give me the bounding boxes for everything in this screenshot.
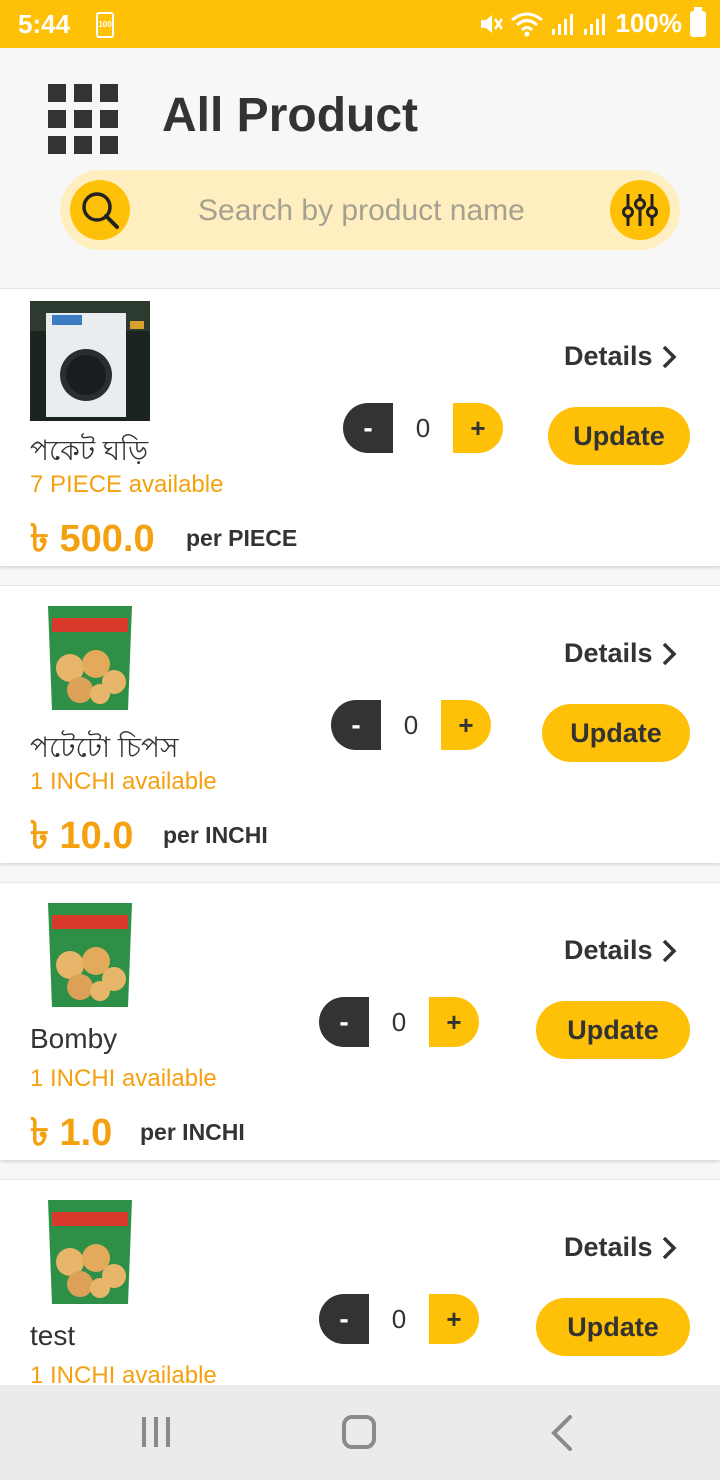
product-thumbnail	[30, 598, 150, 718]
details-link[interactable]: Details	[564, 638, 677, 669]
details-label: Details	[564, 1232, 653, 1262]
product-price: ৳ 1.0	[30, 1112, 113, 1154]
product-unit: per INCHI	[140, 1119, 245, 1145]
signal-icon	[551, 13, 573, 35]
system-nav-bar	[0, 1385, 720, 1480]
battery-icon	[690, 6, 706, 37]
update-button[interactable]: Update	[536, 1001, 690, 1059]
sliders-icon	[622, 194, 658, 226]
status-right: 100%	[478, 6, 706, 39]
home-icon[interactable]	[342, 1415, 376, 1449]
product-thumbnail	[30, 895, 150, 1015]
search-button[interactable]	[70, 180, 130, 240]
product-availability: 7 PIECE available	[30, 471, 224, 498]
product-unit: per PIECE	[186, 525, 298, 551]
quantity-stepper[interactable]: - 0 +	[331, 700, 491, 750]
chevron-right-icon	[662, 1236, 677, 1259]
details-label: Details	[564, 341, 653, 371]
quantity-value[interactable]: 0	[369, 997, 429, 1047]
grid-menu-icon[interactable]	[48, 84, 118, 154]
quantity-stepper[interactable]: - 0 +	[343, 403, 503, 453]
quantity-value[interactable]: 0	[393, 403, 453, 453]
quantity-stepper[interactable]: - 0 +	[319, 1294, 479, 1344]
quantity-stepper[interactable]: - 0 +	[319, 997, 479, 1047]
header: All Product Search by product name	[0, 48, 720, 280]
details-link[interactable]: Details	[564, 341, 677, 372]
details-label: Details	[564, 638, 653, 668]
increment-button[interactable]: +	[429, 1294, 479, 1344]
chevron-right-icon	[662, 939, 677, 962]
product-thumbnail	[30, 301, 150, 421]
chevron-right-icon	[662, 642, 677, 665]
status-icons	[478, 11, 608, 37]
details-label: Details	[564, 935, 653, 965]
increment-button[interactable]: +	[453, 403, 503, 453]
product-price: ৳ 500.0	[30, 518, 155, 560]
product-card[interactable]: পকেট ঘড়ি 7 PIECE available ৳ 500.0 per …	[0, 288, 720, 566]
product-card[interactable]: Bomby 1 INCHI available ৳ 1.0 per INCHI …	[0, 882, 720, 1160]
update-button[interactable]: Update	[536, 1298, 690, 1356]
status-time: 5:44	[18, 9, 71, 39]
filter-button[interactable]	[610, 180, 670, 240]
wifi-icon	[510, 12, 543, 36]
chevron-right-icon	[662, 345, 677, 368]
quantity-value[interactable]: 0	[369, 1294, 429, 1344]
update-button[interactable]: Update	[542, 704, 690, 762]
quantity-value[interactable]: 0	[381, 700, 441, 750]
signal-icon-2	[583, 13, 605, 35]
product-price: ৳ 10.0	[30, 815, 134, 857]
decrement-button[interactable]: -	[331, 700, 381, 750]
product-name: পটেটো চিপস	[30, 732, 179, 763]
search-input[interactable]: Search by product name	[198, 194, 525, 228]
details-link[interactable]: Details	[564, 1232, 677, 1263]
increment-button[interactable]: +	[429, 997, 479, 1047]
page-title: All Product	[162, 89, 419, 142]
details-link[interactable]: Details	[564, 935, 677, 966]
decrement-button[interactable]: -	[343, 403, 393, 453]
product-name: পকেট ঘড়ি	[30, 435, 149, 466]
product-availability: 1 INCHI available	[30, 1065, 217, 1092]
product-unit: per INCHI	[163, 822, 268, 848]
search-bar[interactable]: Search by product name	[60, 170, 680, 250]
recent-apps-icon[interactable]	[142, 1417, 170, 1447]
decrement-button[interactable]: -	[319, 997, 369, 1047]
back-icon[interactable]	[548, 1413, 576, 1453]
product-thumbnail	[30, 1192, 150, 1312]
mute-icon	[480, 14, 503, 33]
decrement-button[interactable]: -	[319, 1294, 369, 1344]
search-icon	[82, 192, 119, 229]
update-button[interactable]: Update	[548, 407, 690, 465]
battery-saver-icon: 100	[96, 12, 114, 38]
product-card[interactable]: পটেটো চিপস 1 INCHI available ৳ 10.0 per …	[0, 585, 720, 863]
product-availability: 1 INCHI available	[30, 768, 217, 795]
product-name: test	[30, 1320, 76, 1351]
status-bar: 5:44 100 100%	[0, 0, 720, 48]
increment-button[interactable]: +	[441, 700, 491, 750]
product-name: Bomby	[30, 1023, 118, 1054]
battery-percent: 100%	[615, 8, 683, 38]
